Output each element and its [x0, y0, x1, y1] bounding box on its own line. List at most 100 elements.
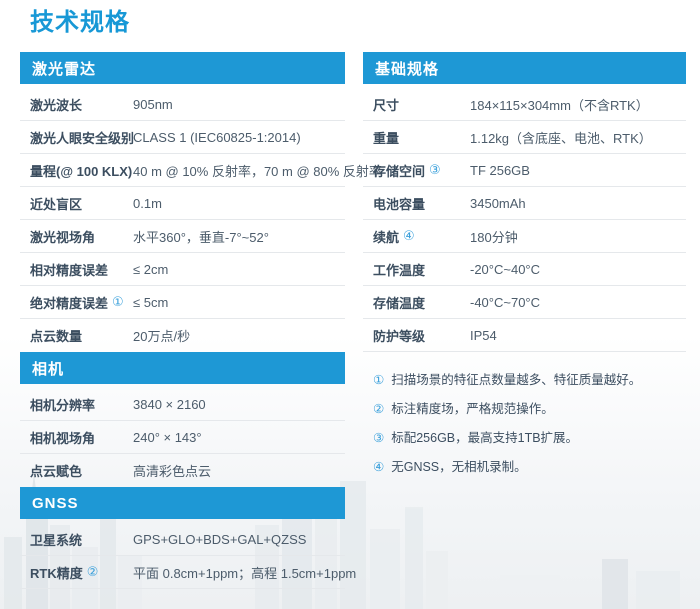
footnote-text: 标注精度场，严格规范操作。	[391, 402, 554, 416]
table-row: 相对精度误差 ≤ 2cm	[20, 253, 345, 286]
spec-label-text: 绝对精度误差	[30, 293, 108, 312]
spec-label-text: 激光人眼安全级别	[30, 128, 134, 147]
table-row: 激光视场角 水平360°，垂直-7°~52°	[20, 220, 345, 253]
spec-label: 防护等级	[363, 326, 470, 345]
spec-label-text: 相机分辨率	[30, 395, 95, 414]
footnote-ref-badge: ①	[112, 294, 124, 310]
table-row: 激光人眼安全级别 CLASS 1 (IEC60825-1:2014)	[20, 121, 345, 154]
spec-value: 1.12kg（含底座、电池、RTK）	[470, 128, 652, 147]
table-row: 相机分辨率 3840 × 2160	[20, 388, 345, 421]
spec-value: 20万点/秒	[133, 326, 190, 345]
spec-value: TF 256GB	[470, 163, 530, 178]
spec-value: 240° × 143°	[133, 430, 202, 445]
section-header-basic: 基础规格	[363, 52, 686, 84]
spec-label-text: 相对精度误差	[30, 260, 108, 279]
spec-label: 点云赋色	[20, 461, 133, 480]
spec-value: 40 m @ 10% 反射率，70 m @ 80% 反射率	[133, 161, 382, 180]
spec-label: 激光视场角	[20, 227, 133, 246]
spec-label-text: 存储温度	[373, 293, 425, 312]
spec-value: -20°C~40°C	[470, 262, 540, 277]
spec-value: IP54	[470, 328, 497, 343]
spec-label-text: 存储空间	[373, 161, 425, 180]
table-row: 相机视场角 240° × 143°	[20, 421, 345, 454]
table-row: 点云赋色 高清彩色点云	[20, 454, 345, 487]
spec-label-text: RTK精度	[30, 563, 83, 582]
spec-label: 卫星系统	[20, 530, 133, 549]
spec-label: 量程(@ 100 KLX)	[20, 161, 133, 180]
table-row: 绝对精度误差① ≤ 5cm	[20, 286, 345, 319]
right-column: 基础规格 尺寸 184×115×304mm（不含RTK） 重量 1.12kg（含…	[363, 52, 686, 489]
footnote-text: 标配256GB，最高支持1TB扩展。	[391, 431, 578, 445]
table-row: 重量 1.12kg（含底座、电池、RTK）	[363, 121, 686, 154]
spec-value: 高清彩色点云	[133, 461, 211, 480]
footnote-ref-badge: ②	[87, 564, 99, 580]
table-row: 工作温度 -20°C~40°C	[363, 253, 686, 286]
footnote-ref-badge: ③	[429, 162, 441, 178]
spec-value: 905nm	[133, 97, 173, 112]
spec-value: 180分钟	[470, 227, 518, 246]
spec-value: ≤ 2cm	[133, 262, 168, 277]
spec-label-text: 续航	[373, 227, 399, 246]
content-area: 技术规格 激光雷达 激光波长 905nm 激光人眼安全级别 CLASS 1 (I…	[0, 0, 700, 589]
spec-label-text: 点云数量	[30, 326, 82, 345]
spec-label-text: 相机视场角	[30, 428, 95, 447]
spec-label-text: 尺寸	[373, 95, 399, 114]
footnotes-list: ① 扫描场景的特征点数量越多、特征质量越好。 ② 标注精度场，严格规范操作。 ③…	[363, 373, 686, 474]
spec-label: 存储温度	[363, 293, 470, 312]
spec-value: 0.1m	[133, 196, 162, 211]
spec-label: 绝对精度误差①	[20, 293, 133, 312]
spec-value: ≤ 5cm	[133, 295, 168, 310]
spec-label: 相对精度误差	[20, 260, 133, 279]
spec-value: 3450mAh	[470, 196, 526, 211]
table-row: 电池容量 3450mAh	[363, 187, 686, 220]
footnote: ② 标注精度场，严格规范操作。	[373, 402, 686, 416]
spec-label: 近处盲区	[20, 194, 133, 213]
footnote: ④ 无GNSS，无相机录制。	[373, 460, 686, 474]
spec-label: 相机视场角	[20, 428, 133, 447]
table-row: 卫星系统 GPS+GLO+BDS+GAL+QZSS	[20, 523, 345, 556]
table-row: 防护等级 IP54	[363, 319, 686, 352]
footnote-text: 无GNSS，无相机录制。	[391, 460, 526, 474]
spec-value: 水平360°，垂直-7°~52°	[133, 227, 269, 246]
spec-label: 存储空间③	[363, 161, 470, 180]
table-row: 点云数量 20万点/秒	[20, 319, 345, 352]
section-header-lidar: 激光雷达	[20, 52, 345, 84]
table-row: RTK精度② 平面 0.8cm+1ppm；高程 1.5cm+1ppm	[20, 556, 345, 589]
spec-label: 点云数量	[20, 326, 133, 345]
spec-label: 工作温度	[363, 260, 470, 279]
footnote-ref-badge: ④	[403, 228, 415, 244]
table-row: 激光波长 905nm	[20, 88, 345, 121]
spec-label-text: 激光视场角	[30, 227, 95, 246]
spec-value: GPS+GLO+BDS+GAL+QZSS	[133, 532, 306, 547]
spec-label: 激光人眼安全级别	[20, 128, 133, 147]
spec-value: 3840 × 2160	[133, 397, 206, 412]
spec-label: 激光波长	[20, 95, 133, 114]
spec-label-text: 重量	[373, 128, 399, 147]
spec-label: RTK精度②	[20, 563, 133, 582]
spec-label: 续航④	[363, 227, 470, 246]
spec-value: -40°C~70°C	[470, 295, 540, 310]
spec-value: CLASS 1 (IEC60825-1:2014)	[133, 130, 301, 145]
footnote-text: 扫描场景的特征点数量越多、特征质量越好。	[391, 373, 641, 387]
footnote: ① 扫描场景的特征点数量越多、特征质量越好。	[373, 373, 686, 387]
footnote-marker: ③	[373, 431, 384, 445]
table-row: 续航④ 180分钟	[363, 220, 686, 253]
spec-value: 184×115×304mm（不含RTK）	[470, 95, 649, 114]
page-title: 技术规格	[30, 8, 686, 38]
table-row: 近处盲区 0.1m	[20, 187, 345, 220]
spec-label-text: 电池容量	[373, 194, 425, 213]
spec-label-text: 工作温度	[373, 260, 425, 279]
section-header-gnss: GNSS	[20, 487, 345, 519]
left-column: 激光雷达 激光波长 905nm 激光人眼安全级别 CLASS 1 (IEC608…	[20, 52, 345, 589]
table-row: 存储温度 -40°C~70°C	[363, 286, 686, 319]
spec-label-text: 卫星系统	[30, 530, 82, 549]
spec-columns: 激光雷达 激光波长 905nm 激光人眼安全级别 CLASS 1 (IEC608…	[20, 52, 686, 589]
spec-label-text: 量程(@ 100 KLX)	[30, 161, 132, 180]
spec-label: 尺寸	[363, 95, 470, 114]
table-row: 存储空间③ TF 256GB	[363, 154, 686, 187]
spec-label-text: 防护等级	[373, 326, 425, 345]
table-row: 量程(@ 100 KLX) 40 m @ 10% 反射率，70 m @ 80% …	[20, 154, 345, 187]
spec-value: 平面 0.8cm+1ppm；高程 1.5cm+1ppm	[133, 563, 356, 582]
spec-label: 相机分辨率	[20, 395, 133, 414]
spec-label: 电池容量	[363, 194, 470, 213]
